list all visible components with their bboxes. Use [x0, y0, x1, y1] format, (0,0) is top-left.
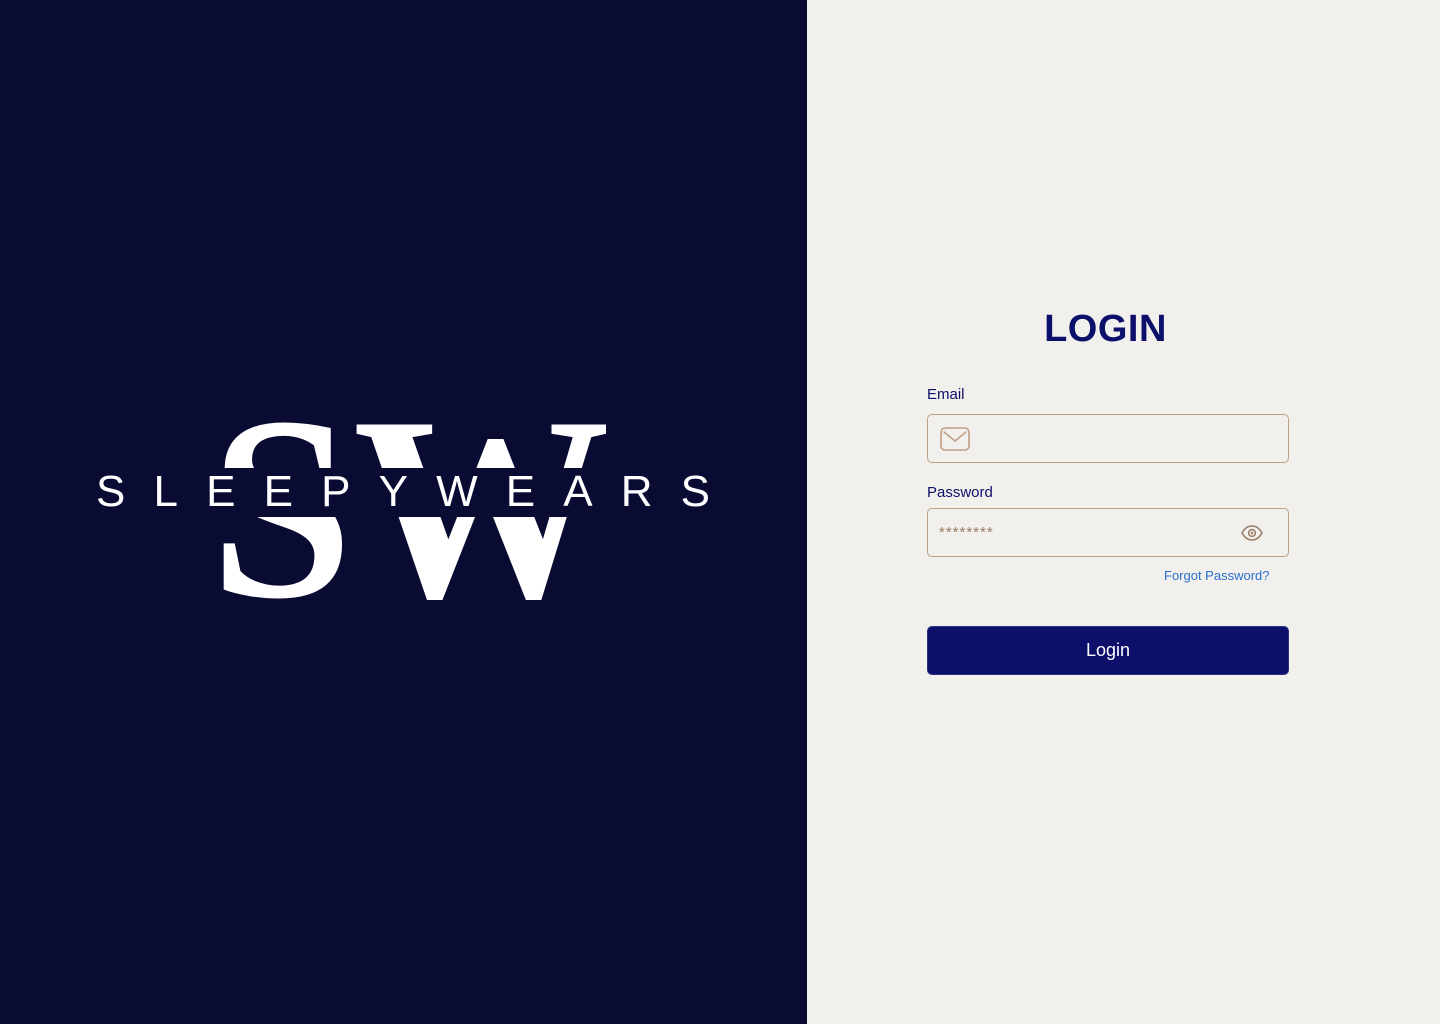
sleepywears-logo: SW SW SLEEPYWEARS	[96, 380, 710, 617]
email-input[interactable]	[970, 415, 1288, 462]
forgot-password-link[interactable]: Forgot Password?	[1164, 568, 1270, 583]
login-title: LOGIN	[1044, 308, 1167, 350]
email-label: Email	[927, 386, 965, 403]
password-field[interactable]	[927, 508, 1289, 557]
password-input[interactable]	[928, 509, 1240, 556]
login-panel: LOGIN Email Password Forgot Password? Lo…	[807, 0, 1440, 1024]
login-button[interactable]: Login	[927, 626, 1289, 675]
eye-icon[interactable]	[1240, 524, 1264, 542]
email-field[interactable]	[927, 414, 1289, 463]
password-label: Password	[927, 484, 993, 501]
mail-icon	[940, 426, 970, 451]
logo-wordmark: SLEEPYWEARS	[96, 467, 710, 516]
brand-panel: SW SW SLEEPYWEARS	[0, 0, 807, 1024]
